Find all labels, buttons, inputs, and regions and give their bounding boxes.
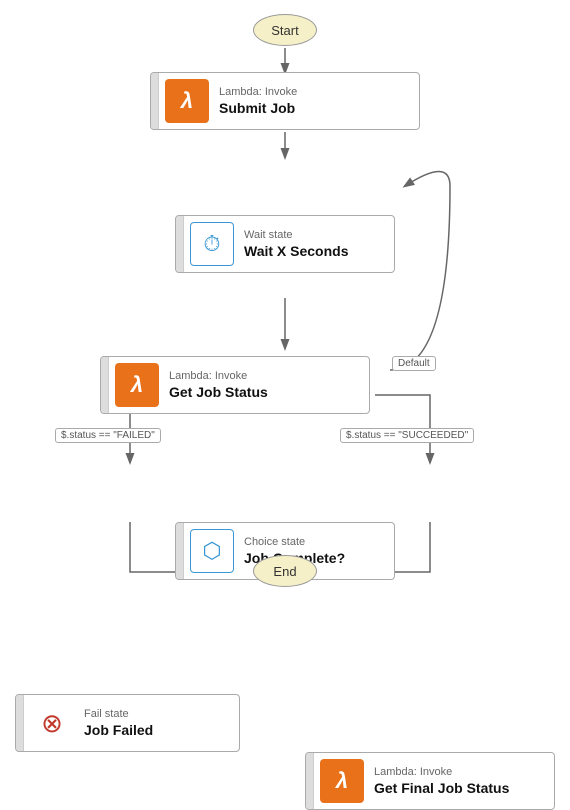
lambda-icon-3: λ — [320, 759, 364, 803]
wait-state-type: Wait state — [244, 229, 386, 241]
submit-job-node: λ Lambda: Invoke Submit Job — [150, 72, 420, 130]
clock-icon: ⏱ — [190, 222, 234, 266]
succeeded-condition-label: $.status == "SUCCEEDED" — [340, 428, 474, 443]
get-final-node: λ Lambda: Invoke Get Final Job Status — [305, 752, 555, 810]
left-bar — [176, 216, 184, 272]
choice-type: Choice state — [244, 536, 386, 548]
wait-state-title: Wait X Seconds — [244, 243, 386, 259]
left-bar — [306, 753, 314, 809]
choice-icon: ⬡ — [190, 529, 234, 573]
wait-state-node: ⏱ Wait state Wait X Seconds — [175, 215, 395, 273]
left-bar — [101, 357, 109, 413]
end-label: End — [273, 564, 296, 579]
get-job-type: Lambda: Invoke — [169, 370, 361, 382]
end-node: End — [253, 555, 317, 587]
fail-state-title: Job Failed — [84, 722, 231, 738]
lambda-icon-2: λ — [115, 363, 159, 407]
get-final-title: Get Final Job Status — [374, 780, 546, 796]
fail-icon: ⊗ — [30, 701, 74, 745]
submit-job-type: Lambda: Invoke — [219, 86, 411, 98]
state-machine-diagram: Start λ Lambda: Invoke Submit Job ⏱ Wait… — [0, 0, 570, 610]
start-node: Start — [253, 14, 317, 46]
left-bar — [151, 73, 159, 129]
get-job-status-node: λ Lambda: Invoke Get Job Status — [100, 356, 370, 414]
default-label: Default — [392, 356, 436, 371]
left-bar — [176, 523, 184, 579]
get-job-title: Get Job Status — [169, 384, 361, 400]
fail-state-type: Fail state — [84, 708, 231, 720]
lambda-icon: λ — [165, 79, 209, 123]
fail-state-node: ⊗ Fail state Job Failed — [15, 694, 240, 752]
start-label: Start — [271, 23, 298, 38]
submit-job-title: Submit Job — [219, 100, 411, 116]
get-final-type: Lambda: Invoke — [374, 766, 546, 778]
failed-condition-label: $.status == "FAILED" — [55, 428, 161, 443]
left-bar — [16, 695, 24, 751]
